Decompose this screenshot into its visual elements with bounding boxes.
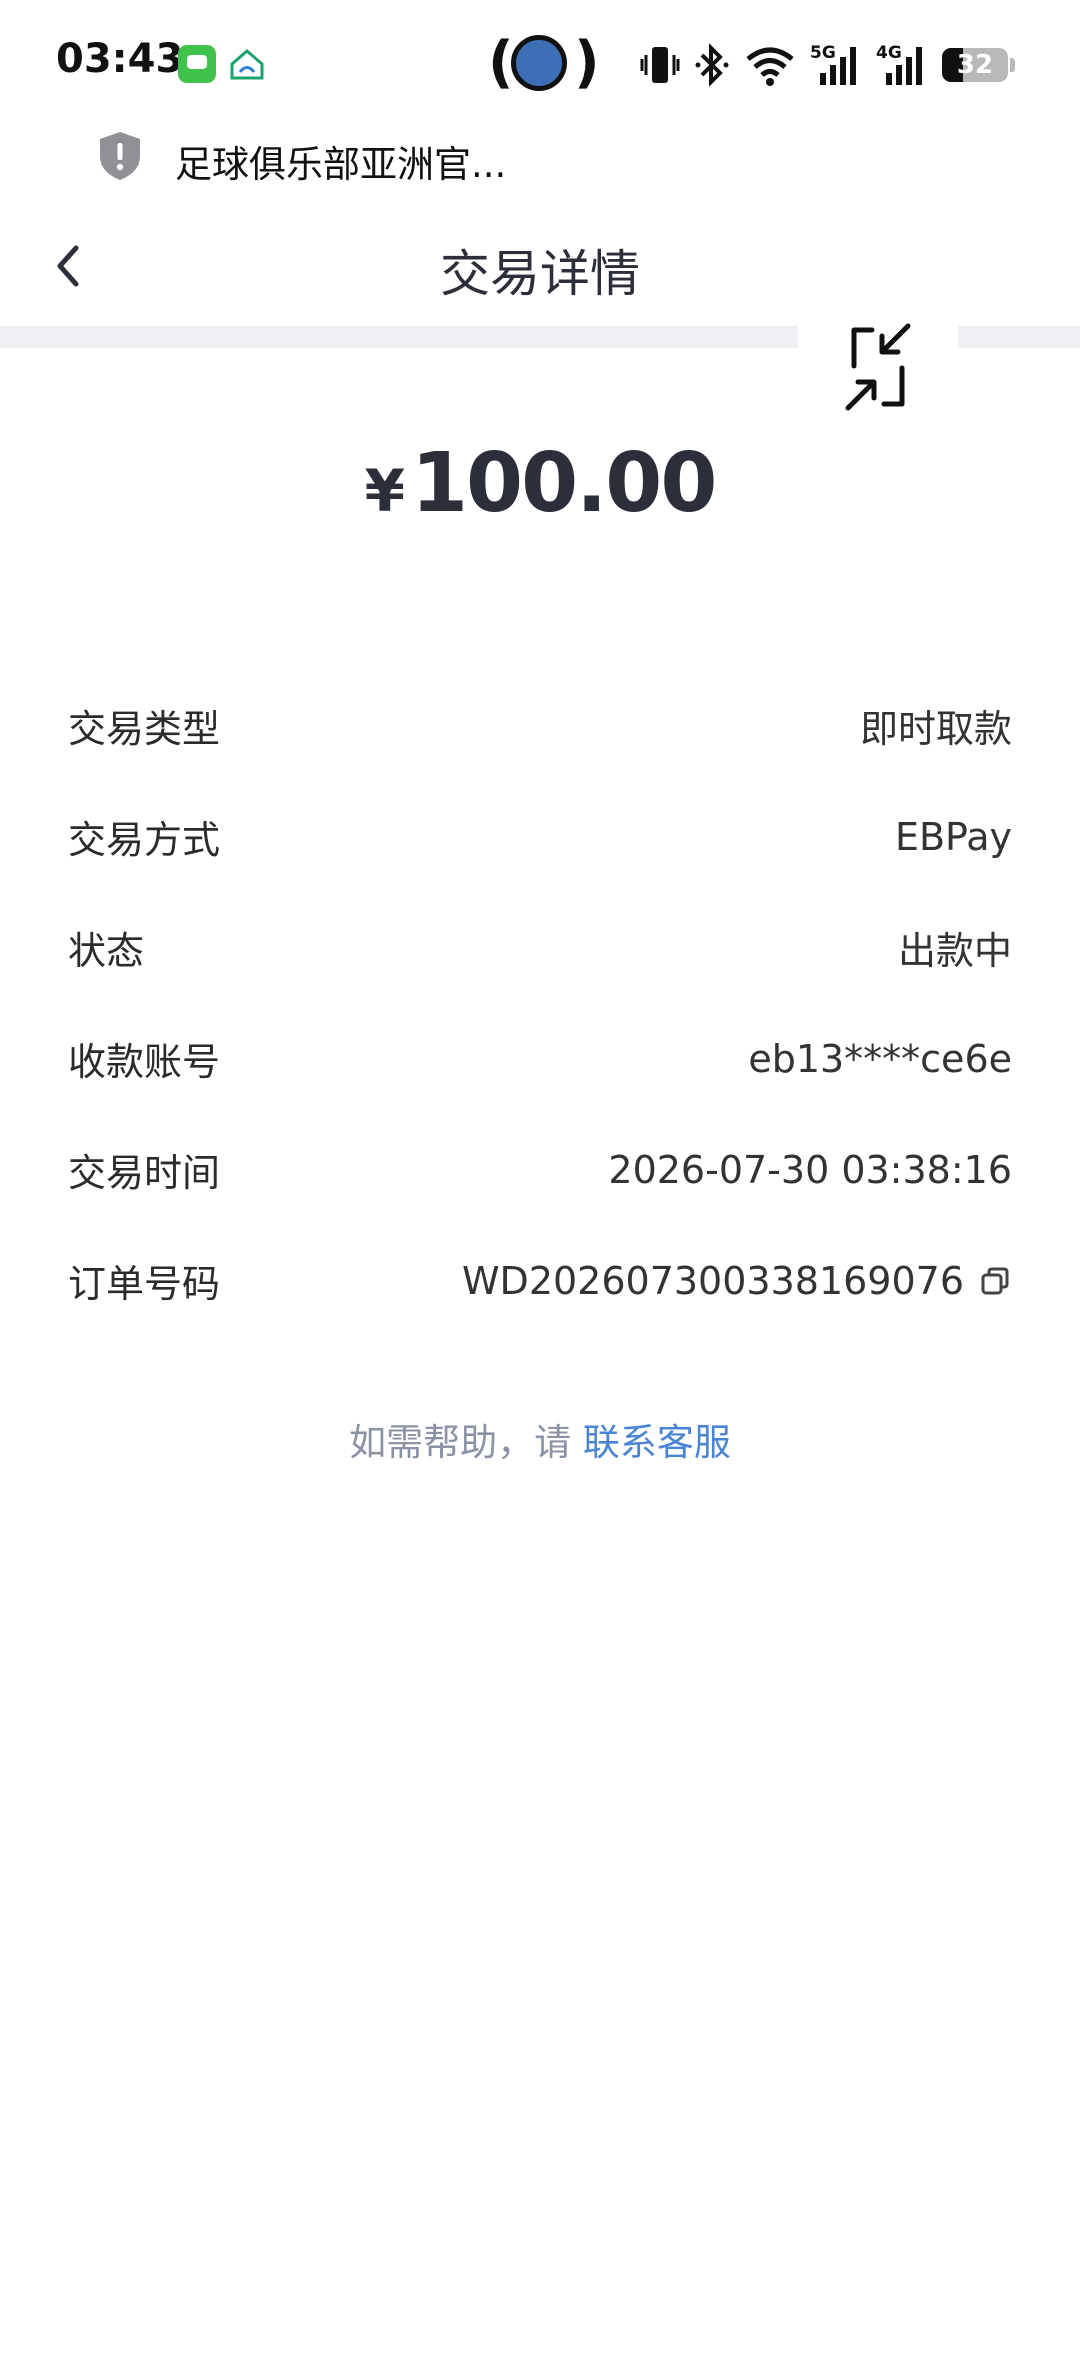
detail-row-order: 订单号码 WD202607300338169076: [68, 1225, 1012, 1336]
camera-right-bracket: ): [574, 30, 600, 95]
copy-icon: [981, 1267, 1009, 1294]
messages-app-icon: [178, 45, 216, 83]
detail-row-account: 收款账号 eb13****ce6e: [68, 1003, 1012, 1114]
order-number-value: WD202607300338169076: [462, 1259, 1012, 1303]
detail-row-status: 状态 出款中: [68, 892, 1012, 1003]
nav-header: 交易详情: [0, 210, 1080, 320]
site-name: 足球俱乐部亚洲官...: [175, 143, 507, 186]
order-number: WD202607300338169076: [461, 1258, 964, 1303]
amount-value: 100.00: [410, 436, 717, 531]
detail-value: 即时取款: [859, 707, 1012, 751]
detail-label: 状态: [68, 929, 145, 973]
signal-4g: 4G: [876, 43, 928, 87]
wifi-icon: [746, 47, 794, 86]
detail-label: 交易类型: [68, 707, 221, 751]
status-time: 03:43: [56, 36, 184, 82]
detail-value: eb13****ce6e: [748, 1036, 1012, 1081]
detail-label: 收款账号: [68, 1040, 221, 1084]
detail-label: 交易时间: [68, 1151, 221, 1195]
detail-label: 交易方式: [68, 818, 221, 862]
collapse-button[interactable]: [838, 322, 918, 412]
detail-value: 2026-07-30 03:38:16: [608, 1147, 1012, 1192]
vibrate-icon: [640, 47, 680, 83]
site-banner[interactable]: 足球俱乐部亚洲官...: [0, 118, 1080, 194]
contact-support-link[interactable]: 联系客服: [583, 1421, 731, 1464]
detail-row-method: 交易方式 EBPay: [68, 781, 1012, 892]
copy-button[interactable]: [978, 1264, 1012, 1298]
signal-5g: 5G: [810, 43, 862, 87]
camera-left-bracket: (: [488, 30, 514, 95]
currency-symbol: ¥: [364, 457, 405, 525]
help-line: 如需帮助，请 联系客服: [0, 1412, 1080, 1466]
page-title: 交易详情: [440, 245, 640, 303]
detail-value: 出款中: [897, 929, 1012, 973]
shield-warning-icon: [96, 130, 144, 186]
status-icons: 5G 4G 32: [640, 40, 1015, 90]
detail-value: EBPay: [894, 814, 1012, 859]
battery-level: 32: [956, 50, 994, 80]
smart-home-icon: [228, 45, 266, 83]
status-bar: 03:43 ( ) 5G 4G 32: [0, 0, 1080, 130]
camera-dot: [511, 35, 567, 91]
signal-bars-icon: [820, 47, 856, 85]
battery-icon: 32: [942, 48, 1015, 82]
battery-tip: [1010, 58, 1015, 72]
transaction-amount: ¥100.00: [0, 436, 1080, 531]
detail-row-type: 交易类型 即时取款: [68, 670, 1012, 781]
camera-indicator: ( ): [488, 30, 600, 100]
transaction-details: 交易类型 即时取款 交易方式 EBPay 状态 出款中 收款账号 eb13***…: [68, 670, 1012, 1336]
detail-label: 订单号码: [68, 1262, 221, 1306]
detail-row-time: 交易时间 2026-07-30 03:38:16: [68, 1114, 1012, 1225]
collapse-arrows-icon: [845, 323, 911, 411]
bluetooth-icon: [695, 43, 729, 87]
help-prefix: 如需帮助，请: [349, 1421, 583, 1464]
signal-bars-icon: [886, 47, 922, 85]
